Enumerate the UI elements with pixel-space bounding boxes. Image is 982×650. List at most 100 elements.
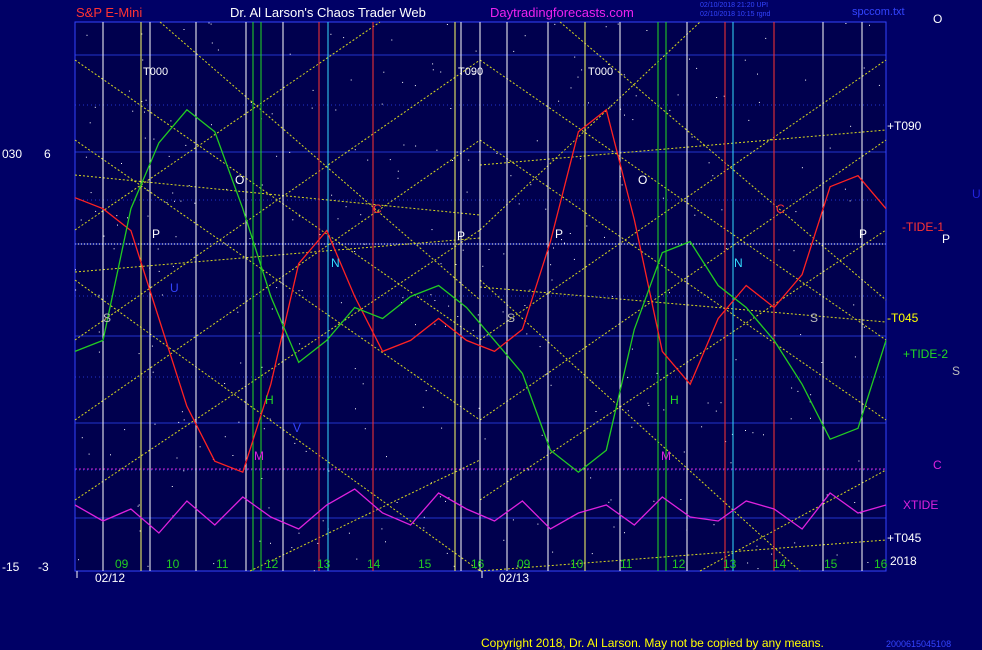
grid-dot: [452, 160, 453, 161]
grid-dot: [343, 37, 345, 39]
grid-dot: [794, 542, 796, 544]
grid-dot: [330, 33, 332, 35]
timestamp-2: 02/10/2018 10:15 rgnd: [700, 11, 771, 18]
right-label: U: [972, 187, 981, 201]
grid-dot: [432, 69, 434, 71]
grid-dot: [335, 109, 337, 111]
planet-letter: P: [859, 227, 867, 241]
grid-dot: [849, 200, 851, 202]
grid-dot: [319, 234, 321, 236]
planet-letter: H: [265, 393, 274, 407]
grid-dot: [439, 496, 441, 498]
right-label: +T045: [887, 531, 922, 545]
grid-dot: [171, 486, 173, 487]
hour-tick-label: 11: [216, 557, 229, 571]
grid-dot: [121, 163, 122, 164]
grid-dot: [289, 53, 291, 55]
grid-dot: [712, 175, 714, 177]
grid-dot: [240, 362, 242, 364]
grid-dot: [194, 202, 196, 204]
grid-dot: [268, 507, 270, 509]
grid-dot: [144, 111, 145, 113]
grid-dot: [621, 184, 623, 186]
right-label: 2018: [890, 554, 917, 568]
right-label: -TIDE-1: [902, 220, 944, 234]
grid-dot: [836, 554, 838, 556]
grid-dot: [422, 406, 424, 408]
grid-dot: [573, 258, 575, 260]
grid-dot: [510, 175, 512, 177]
hour-tick-label: 11: [620, 557, 633, 571]
grid-dot: [261, 478, 263, 479]
grid-dot: [434, 323, 436, 325]
grid-dot: [348, 532, 350, 534]
grid-dot: [778, 249, 780, 251]
grid-dot: [617, 23, 619, 25]
grid-dot: [85, 156, 87, 158]
grid-dot: [170, 120, 172, 122]
grid-dot: [627, 377, 629, 379]
grid-dot: [340, 302, 342, 304]
grid-dot: [127, 217, 128, 219]
grid-dot: [381, 103, 383, 105]
grid-dot: [147, 215, 149, 217]
grid-dot: [829, 147, 831, 149]
hour-tick-label: 16: [874, 557, 888, 571]
grid-dot: [708, 162, 710, 164]
grid-dot: [853, 304, 855, 306]
grid-dot: [590, 477, 592, 479]
grid-dot: [362, 383, 364, 385]
grid-dot: [90, 192, 92, 194]
grid-dot: [457, 316, 459, 317]
grid-dot: [472, 329, 474, 331]
grid-dot: [312, 89, 314, 91]
grid-dot: [294, 442, 296, 444]
grid-dot: [545, 208, 547, 210]
grid-dot: [80, 219, 82, 221]
grid-dot: [577, 76, 579, 78]
grid-dot: [765, 37, 767, 39]
grid-dot: [647, 402, 649, 404]
grid-dot: [158, 270, 160, 272]
grid-dot: [747, 562, 749, 564]
grid-dot: [261, 366, 263, 368]
grid-dot: [280, 282, 282, 284]
hour-tick-label: 12: [672, 557, 686, 571]
site-link[interactable]: Daytradingforecasts.com: [490, 5, 634, 20]
right-label: -T045: [887, 311, 919, 325]
file-label: spccom.txt: [852, 6, 905, 18]
grid-dot: [213, 563, 215, 565]
grid-dot: [554, 23, 556, 25]
grid-dot: [176, 457, 178, 459]
hour-tick-label: 14: [773, 557, 787, 571]
grid-dot: [383, 71, 385, 73]
hour-tick-label: 12: [265, 557, 279, 571]
grid-dot: [350, 79, 352, 81]
grid-dot: [434, 300, 436, 301]
grid-dot: [210, 23, 212, 25]
grid-dot: [752, 432, 754, 434]
grid-dot: [854, 356, 856, 358]
planet-letter: P: [457, 229, 465, 243]
grid-dot: [844, 188, 846, 190]
grid-dot: [858, 460, 860, 462]
grid-dot: [790, 418, 792, 420]
grid-dot: [154, 423, 156, 425]
grid-dot: [604, 236, 605, 238]
grid-dot: [172, 265, 174, 267]
grid-dot: [172, 192, 174, 194]
grid-dot: [610, 499, 612, 501]
hour-tick-label: 15: [418, 557, 432, 571]
planet-letter: V: [293, 421, 301, 435]
grid-dot: [423, 516, 425, 518]
grid-dot: [168, 155, 170, 157]
grid-dot: [475, 50, 477, 52]
right-label: C: [933, 458, 942, 472]
grid-dot: [496, 153, 498, 154]
grid-dot: [425, 390, 427, 392]
grid-dot: [396, 502, 398, 503]
grid-dot: [94, 106, 96, 108]
grid-dot: [595, 411, 597, 412]
grid-dot: [502, 311, 504, 313]
grid-dot: [142, 59, 144, 61]
